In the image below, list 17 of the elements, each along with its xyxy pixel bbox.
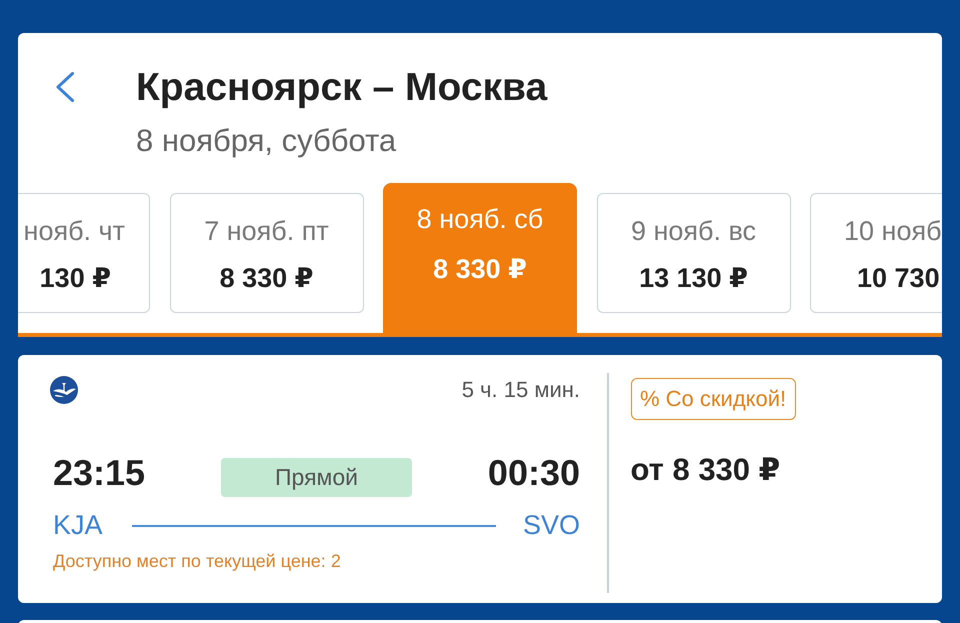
flight-duration: 5 ч. 15 мин.	[462, 377, 580, 403]
departure-time: 23:15	[53, 453, 146, 493]
date-tab[interactable]: 9 нояб. вс 13 130 ₽	[596, 193, 790, 313]
date-tab[interactable]: 10 нояб 10 730	[810, 193, 942, 313]
arrival-time: 00:30	[488, 453, 580, 493]
seats-note: Доступно мест по текущей цене: 2	[52, 550, 342, 572]
price-from: от 8 330 ₽	[630, 453, 780, 487]
direct-flight-badge: Прямой	[221, 458, 412, 497]
back-icon[interactable]	[55, 72, 75, 102]
airline-logo-icon	[50, 376, 78, 404]
date-tab[interactable]: 7 нояб. пт 8 330 ₽	[170, 193, 364, 313]
route-title: Красноярск – Москва	[136, 66, 548, 110]
departure-airport: KJA	[53, 510, 103, 540]
date-tab[interactable]: нояб. чт 130 ₽	[18, 193, 150, 313]
discount-badge: % Со скидкой!	[630, 378, 796, 420]
arrival-airport: SVO	[522, 510, 580, 540]
date-subtitle: 8 ноября, суббота	[136, 123, 396, 159]
